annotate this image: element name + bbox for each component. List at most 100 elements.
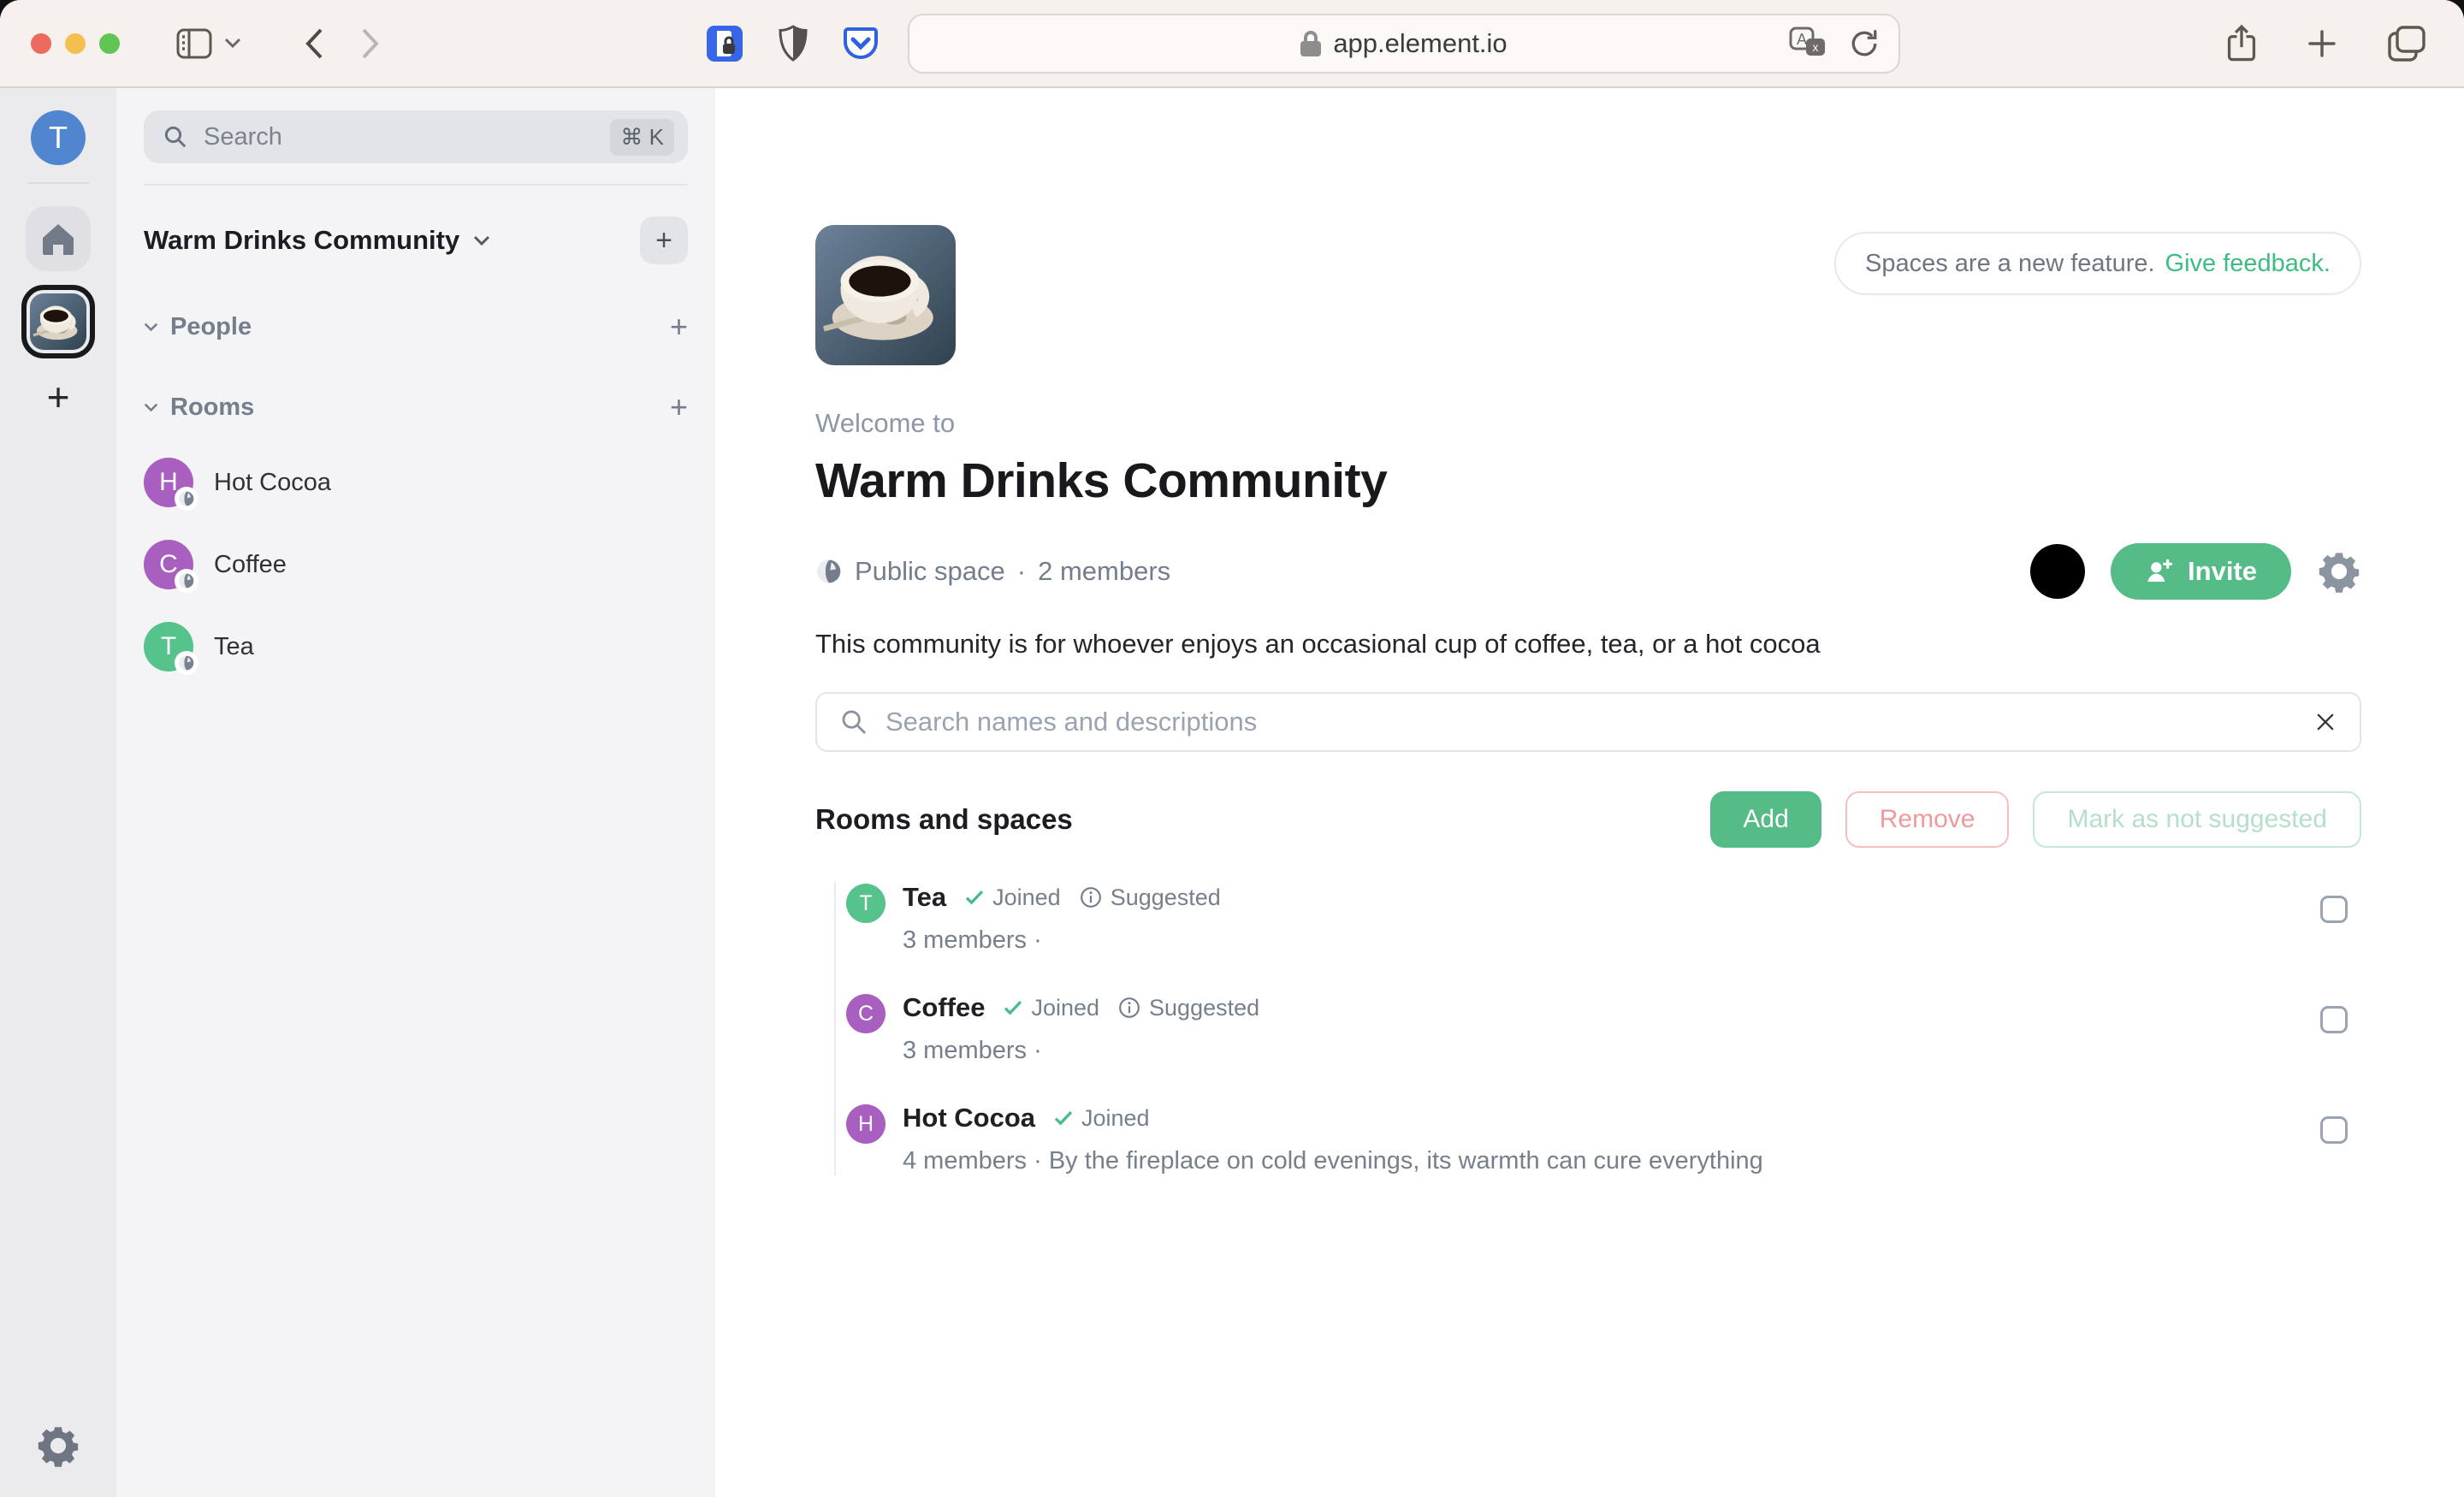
space-children-list: T Tea Joined Suggested xyxy=(834,882,2361,1175)
room-avatar: C xyxy=(846,994,886,1033)
room-list: H Hot Cocoa C Coffee T Tea xyxy=(144,454,688,675)
room-avatar: T xyxy=(144,622,193,672)
people-section-label: People xyxy=(170,313,252,341)
space-child-row-hot-cocoa[interactable]: H Hot Cocoa Joined 4 members · By the fi… xyxy=(846,1103,2361,1175)
suggested-chip: Suggested xyxy=(1080,885,1221,911)
home-space-button[interactable] xyxy=(26,206,91,271)
joined-chip: Joined xyxy=(965,885,1061,911)
rooms-search-field[interactable]: Search names and descriptions xyxy=(815,692,2361,752)
member-facepile-avatar[interactable] xyxy=(2030,544,2085,599)
room-name: Coffee xyxy=(903,992,985,1023)
space-title: Warm Drinks Community xyxy=(815,453,2361,509)
space-visibility: Public space xyxy=(855,556,1005,587)
welcome-label: Welcome to xyxy=(815,408,2361,439)
password-manager-extension-icon[interactable] xyxy=(706,25,743,62)
suggested-chip: Suggested xyxy=(1118,995,1259,1021)
reload-icon[interactable] xyxy=(1849,28,1880,59)
add-button[interactable]: Add xyxy=(1710,791,1821,848)
remove-button[interactable]: Remove xyxy=(1845,791,2010,848)
forward-button[interactable] xyxy=(361,27,380,60)
tab-overview-icon[interactable] xyxy=(2387,25,2426,62)
banner-text: Spaces are a new feature. xyxy=(1865,250,2155,278)
search-shortcut-badge: ⌘ K xyxy=(610,119,674,156)
space-settings-gear-icon[interactable] xyxy=(2317,549,2361,594)
close-window-button[interactable] xyxy=(31,33,51,54)
room-item-tea[interactable]: T Tea xyxy=(144,618,688,675)
give-feedback-link[interactable]: Give feedback. xyxy=(2165,250,2331,278)
tls-lock-icon xyxy=(1300,30,1321,57)
room-name: Tea xyxy=(903,882,946,913)
joined-chip: Joined xyxy=(1054,1105,1150,1132)
search-icon xyxy=(163,124,188,150)
traffic-lights xyxy=(31,33,120,54)
space-child-row-coffee[interactable]: C Coffee Joined Suggested xyxy=(846,992,2361,1065)
space-description: This community is for whoever enjoys an … xyxy=(815,629,2361,660)
space-rail: T xyxy=(0,88,116,1497)
add-to-space-button[interactable]: + xyxy=(640,216,688,264)
clear-search-icon[interactable] xyxy=(2313,710,2337,734)
space-child-row-tea[interactable]: T Tea Joined Suggested xyxy=(846,882,2361,955)
room-name: Coffee xyxy=(214,551,287,579)
active-space-button[interactable] xyxy=(21,285,95,358)
row-checkbox[interactable] xyxy=(2320,1116,2348,1144)
room-name: Hot Cocoa xyxy=(214,469,331,497)
people-section-header[interactable]: People + xyxy=(144,309,688,345)
home-icon xyxy=(39,222,77,256)
room-meta: 4 members · By the fireplace on cold eve… xyxy=(903,1147,1763,1175)
rooms-section-label: Rooms xyxy=(170,393,254,422)
room-item-coffee[interactable]: C Coffee xyxy=(144,536,688,593)
space-hero-image[interactable] xyxy=(815,225,956,365)
rooms-section-header[interactable]: Rooms + xyxy=(144,389,688,425)
room-meta: 3 members · xyxy=(903,1037,1259,1065)
chevron-down-icon[interactable] xyxy=(473,235,490,246)
chevron-down-icon[interactable] xyxy=(224,38,241,49)
translate-icon[interactable]: A x xyxy=(1789,27,1827,61)
sidebar-toggle-icon[interactable] xyxy=(176,28,212,59)
rooms-and-spaces-title: Rooms and spaces xyxy=(815,803,1073,836)
room-avatar: T xyxy=(846,884,886,923)
space-room-view: Spaces are a new feature. Give feedback.… xyxy=(715,88,2464,1497)
mark-not-suggested-button[interactable]: Mark as not suggested xyxy=(2033,791,2361,848)
room-meta: 3 members · xyxy=(903,926,1221,955)
add-room-button[interactable]: + xyxy=(670,389,688,425)
public-room-globe-badge xyxy=(175,487,198,511)
space-name-menu[interactable]: Warm Drinks Community xyxy=(144,225,459,256)
person-add-icon xyxy=(2145,559,2172,584)
left-panel: Search ⌘ K Warm Drinks Community + Peopl… xyxy=(116,88,715,1497)
spaces-feedback-banner: Spaces are a new feature. Give feedback. xyxy=(1834,232,2361,295)
row-checkbox[interactable] xyxy=(2320,1006,2348,1033)
room-item-hot-cocoa[interactable]: H Hot Cocoa xyxy=(144,454,688,511)
create-space-button[interactable]: + xyxy=(47,377,70,417)
share-icon[interactable] xyxy=(2226,25,2257,62)
add-people-button[interactable]: + xyxy=(670,309,688,345)
svg-text:A: A xyxy=(1797,31,1807,48)
pocket-extension-icon[interactable] xyxy=(843,26,879,62)
address-bar[interactable]: app.element.io A x xyxy=(908,14,1900,74)
rail-divider xyxy=(27,182,89,184)
rooms-search-placeholder: Search names and descriptions xyxy=(886,707,2313,737)
room-name: Hot Cocoa xyxy=(903,1103,1035,1133)
safari-window: app.element.io A x xyxy=(0,0,2464,1497)
globe-icon xyxy=(815,558,843,585)
search-input[interactable]: Search ⌘ K xyxy=(144,110,688,163)
shield-extension-icon[interactable] xyxy=(778,25,808,62)
back-button[interactable] xyxy=(305,27,323,60)
dot-separator: · xyxy=(1017,556,1026,587)
user-avatar[interactable]: T xyxy=(31,110,86,165)
browser-toolbar: app.element.io A x xyxy=(0,0,2464,88)
joined-chip: Joined xyxy=(1004,995,1099,1021)
url-text: app.element.io xyxy=(1333,28,1507,59)
public-room-globe-badge xyxy=(175,569,198,593)
svg-text:x: x xyxy=(1813,40,1819,54)
member-count[interactable]: 2 members xyxy=(1038,556,1170,587)
space-avatar-image xyxy=(30,293,86,350)
minimize-window-button[interactable] xyxy=(65,33,86,54)
settings-gear-icon[interactable] xyxy=(36,1423,80,1468)
invite-button[interactable]: Invite xyxy=(2111,543,2291,600)
zoom-window-button[interactable] xyxy=(99,33,120,54)
new-tab-icon[interactable] xyxy=(2305,27,2339,61)
room-name: Tea xyxy=(214,633,254,661)
invite-label: Invite xyxy=(2188,556,2257,587)
row-checkbox[interactable] xyxy=(2320,896,2348,923)
room-avatar: C xyxy=(144,540,193,589)
